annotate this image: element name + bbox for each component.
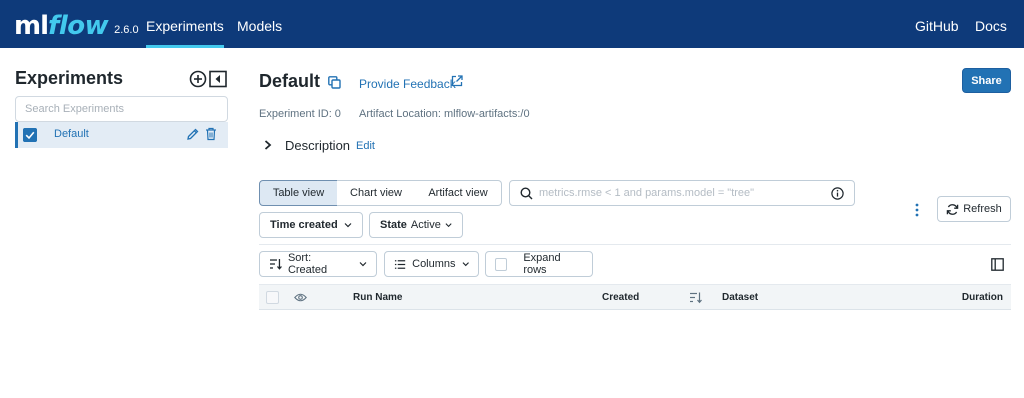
expand-rows-label: Expand rows [523,252,561,276]
logo-flow-text: flow [48,11,109,41]
chevron-right-icon[interactable] [264,140,272,150]
page-title: Default [259,71,321,91]
more-options-icon[interactable] [913,203,921,217]
expand-rows-toggle[interactable]: Expand rows [485,251,593,277]
chevron-down-icon [462,262,469,267]
share-button[interactable]: Share [962,68,1011,93]
run-search-field[interactable] [509,180,855,206]
run-search-input[interactable] [539,183,829,203]
trash-icon[interactable] [205,127,217,141]
version-label: 2.6.0 [114,24,139,36]
provide-feedback-link[interactable]: Provide Feedback [359,77,456,91]
checkbox-checked-icon[interactable] [23,128,37,142]
column-header-created[interactable]: Created [602,292,639,303]
experiment-id-text: Experiment ID: 0 [259,108,341,120]
sort-label: Sort: Created [287,252,328,276]
search-icon [520,187,533,200]
side-panel-toggle-icon[interactable] [991,258,1004,271]
add-experiment-icon[interactable] [189,70,207,88]
eye-icon[interactable] [294,292,307,303]
top-nav-bar: ml flow 2.6.0 Experiments Models GitHub D… [0,0,1024,48]
nav-github[interactable]: GitHub [915,0,959,48]
time-created-filter[interactable]: Time created [259,212,363,238]
tab-chart-view[interactable]: Chart view [337,180,416,206]
runs-table-header: Run Name Created Dataset Duration [259,284,1011,310]
column-header-run-name[interactable]: Run Name [353,292,402,303]
tab-artifact-view[interactable]: Artifact view [415,180,502,206]
description-label[interactable]: Description [285,138,350,153]
copy-icon[interactable] [328,76,341,89]
select-all-checkbox[interactable] [266,291,279,304]
column-header-dataset[interactable]: Dataset [722,292,758,303]
sort-descending-icon[interactable] [689,291,702,304]
divider [259,244,1011,245]
chevron-down-icon [445,223,452,228]
columns-button[interactable]: Columns [384,251,479,277]
state-label: State [380,219,407,231]
edit-icon[interactable] [186,127,200,141]
logo-ml-text: ml [14,11,49,41]
expand-rows-checkbox[interactable] [495,257,508,271]
sort-icon [269,259,282,270]
refresh-label: Refresh [963,203,1002,215]
artifact-location-text: Artifact Location: mlflow-artifacts:/0 [359,108,530,120]
info-icon[interactable] [831,187,844,200]
columns-icon [394,259,406,269]
state-filter[interactable]: State Active [369,212,463,238]
chevron-down-icon [359,262,367,267]
experiment-name[interactable]: Default [54,128,89,140]
nav-experiments[interactable]: Experiments [146,0,224,48]
chevron-down-icon [344,223,352,228]
nav-models[interactable]: Models [237,0,282,48]
mlflow-logo[interactable]: ml flow 2.6.0 [14,8,139,40]
refresh-button[interactable]: Refresh [937,196,1011,222]
columns-label: Columns [412,258,456,270]
search-experiments-input[interactable] [15,96,228,122]
nav-docs[interactable]: Docs [975,0,1007,48]
sort-button[interactable]: Sort: Created [259,251,377,277]
description-edit-link[interactable]: Edit [356,140,375,152]
time-created-label: Time created [270,219,338,231]
collapse-sidebar-icon[interactable] [209,70,227,88]
column-header-duration[interactable]: Duration [962,292,1003,303]
active-tab-underline [146,45,224,48]
external-link-icon[interactable] [451,75,463,87]
state-value: Active [410,219,441,231]
experiment-list-item[interactable]: Default [15,122,228,148]
sidebar-title: Experiments [15,68,124,88]
refresh-icon [946,203,959,215]
tab-table-view[interactable]: Table view [259,180,338,206]
nav-experiments-label: Experiments [146,18,224,34]
